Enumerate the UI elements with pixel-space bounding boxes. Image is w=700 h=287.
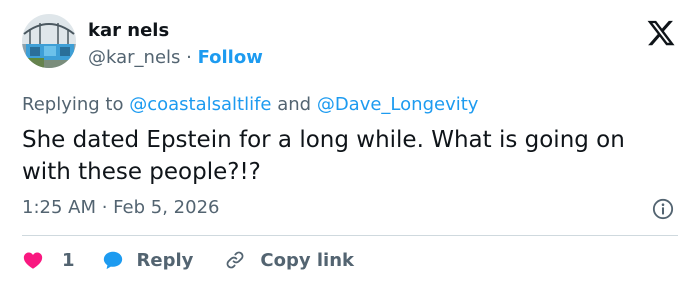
tweet-date: Feb 5, 2026: [113, 197, 220, 218]
avatar[interactable]: [22, 14, 76, 68]
copy-link-button[interactable]: Copy link: [224, 249, 354, 271]
heart-icon: [23, 252, 43, 269]
handle-separator: ·: [180, 47, 198, 68]
link-icon: [227, 251, 244, 269]
reply-label: Reply: [136, 249, 194, 271]
info-icon[interactable]: [652, 198, 674, 220]
reply-bubble-icon: [103, 251, 122, 270]
mention-link[interactable]: @Dave_Longevity: [317, 94, 479, 115]
replying-prefix: Replying to: [22, 94, 130, 115]
x-logo-icon[interactable]: [646, 18, 676, 48]
author-handle[interactable]: @kar_nels: [88, 47, 180, 68]
bridge-graffiti-avatar-icon: [22, 14, 76, 68]
mention-link[interactable]: @coastalsaltlife: [129, 94, 271, 115]
replying-to: Replying to @coastalsaltlife and @Dave_L…: [22, 94, 478, 115]
tweet-text: She dated Epstein for a long while. What…: [22, 127, 625, 185]
copy-link-label: Copy link: [260, 249, 354, 271]
reply-button[interactable]: Reply: [102, 249, 194, 271]
follow-button[interactable]: Follow: [198, 47, 263, 68]
action-bar: 1 Reply Copy link: [22, 246, 354, 274]
tweet-timestamp[interactable]: 1:25 AM · Feb 5, 2026: [22, 197, 219, 218]
replying-conjunction: and: [271, 94, 317, 115]
divider: [22, 235, 678, 236]
timestamp-separator: ·: [96, 197, 114, 218]
tweet-time: 1:25 AM: [22, 197, 96, 218]
author-handle-row: @kar_nels · Follow: [88, 47, 263, 68]
like-count: 1: [62, 249, 75, 271]
like-button[interactable]: 1: [22, 249, 75, 271]
author-name[interactable]: kar nels: [88, 20, 169, 41]
